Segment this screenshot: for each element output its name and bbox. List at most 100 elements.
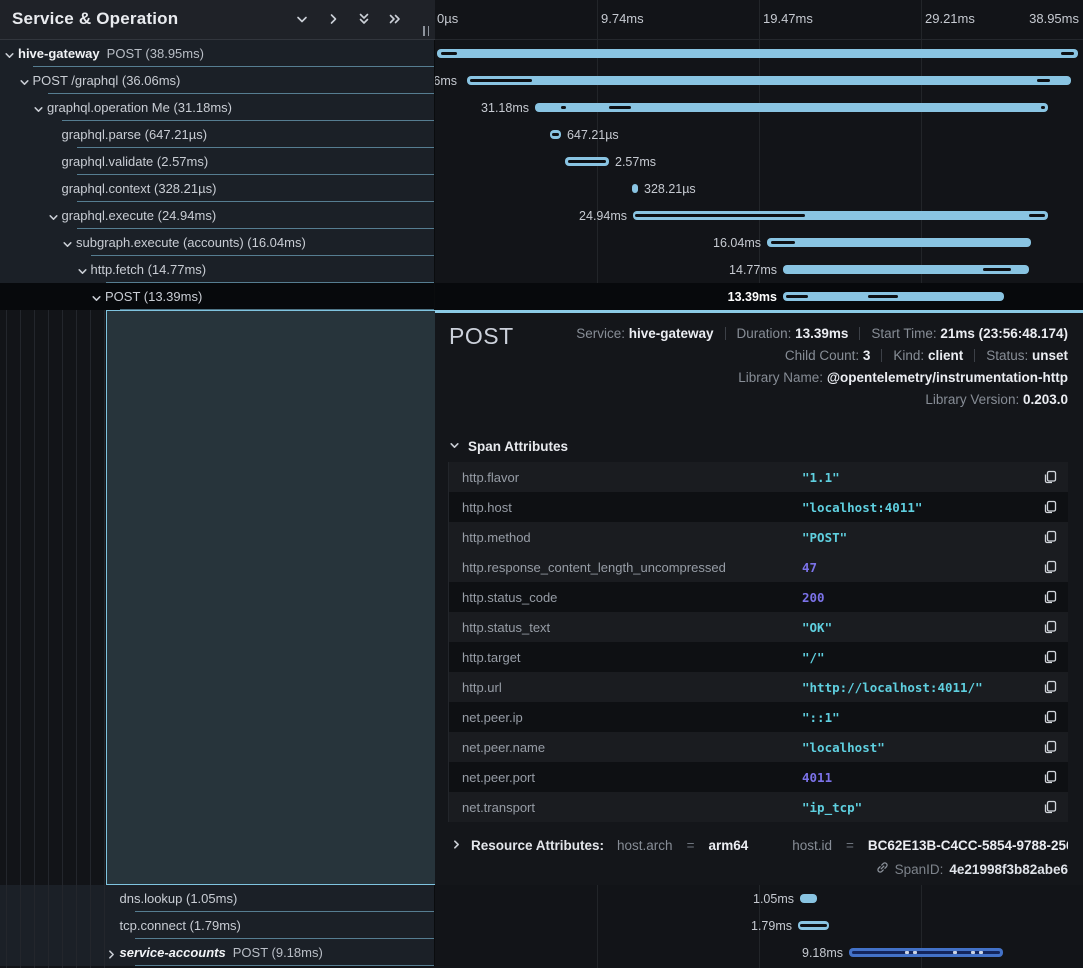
copy-value-button[interactable] bbox=[1042, 499, 1058, 515]
span-name-cell[interactable]: graphql.validate (2.57ms) bbox=[0, 148, 435, 175]
span-row-graphql-parse[interactable]: graphql.parse (647.21µs)647.21µs bbox=[0, 121, 1083, 148]
span-rows-bottom: dns.lookup (1.05ms)1.05mstcp.connect (1.… bbox=[0, 885, 1083, 966]
attribute-value: "localhost:4011" bbox=[802, 500, 1042, 515]
bar-duration-label: 36.06ms bbox=[435, 67, 457, 94]
span-row-post[interactable]: service-accountsPOST (9.18ms)9.18ms bbox=[0, 939, 1083, 966]
span-label: graphql.operation Me (31.18ms) bbox=[47, 94, 232, 121]
attribute-row: net.peer.name"localhost" bbox=[449, 732, 1068, 762]
span-duration-bar[interactable] bbox=[633, 211, 1048, 220]
meta-label: Duration: bbox=[737, 326, 796, 341]
span-row-graphql-operation-me[interactable]: graphql.operation Me (31.18ms)31.18ms bbox=[0, 94, 1083, 121]
bar-duration-label: 328.21µs bbox=[644, 175, 696, 202]
tree-panel-header: Service & Operation bbox=[0, 0, 435, 40]
span-row-graphql-validate[interactable]: graphql.validate (2.57ms)2.57ms bbox=[0, 148, 1083, 175]
span-row-subgraph-execute-accounts-[interactable]: subgraph.execute (accounts) (16.04ms)16.… bbox=[0, 229, 1083, 256]
span-name-cell[interactable]: subgraph.execute (accounts) (16.04ms) bbox=[0, 229, 435, 256]
equals-sign: = bbox=[687, 838, 695, 853]
span-duration-bar[interactable] bbox=[800, 894, 817, 903]
span-name-cell[interactable]: graphql.parse (647.21µs) bbox=[0, 121, 435, 148]
span-attributes-header[interactable]: Span Attributes bbox=[449, 439, 1083, 454]
chevron-down-icon[interactable] bbox=[77, 264, 88, 275]
span-duration-bar[interactable] bbox=[437, 49, 1078, 58]
attribute-value: "http://localhost:4011/" bbox=[802, 680, 1042, 695]
span-bar-cell: 1.05ms bbox=[435, 885, 1083, 912]
span-bar-cell: 24.94ms bbox=[435, 202, 1083, 229]
attribute-key: http.method bbox=[462, 530, 802, 545]
span-attributes-table: http.flavor"1.1"http.host"localhost:4011… bbox=[448, 462, 1068, 822]
meta-value: 3 bbox=[863, 348, 871, 363]
chevron-down-icon[interactable] bbox=[62, 237, 73, 248]
indent-guide-line bbox=[104, 310, 105, 968]
span-name-cell[interactable]: hive-gatewayPOST (38.95ms) bbox=[0, 40, 435, 67]
span-name-cell[interactable]: tcp.connect (1.79ms) bbox=[0, 912, 435, 939]
resource-attribute-value: arm64 bbox=[708, 838, 748, 853]
copy-value-button[interactable] bbox=[1042, 739, 1058, 755]
copy-value-button[interactable] bbox=[1042, 649, 1058, 665]
span-row-http-fetch[interactable]: http.fetch (14.77ms)14.77ms bbox=[0, 256, 1083, 283]
span-duration-bar[interactable] bbox=[550, 130, 561, 139]
span-duration-bar[interactable] bbox=[767, 238, 1031, 247]
ruler-tick: 19.47ms bbox=[763, 11, 813, 26]
span-duration-bar[interactable] bbox=[783, 292, 1004, 301]
copy-value-button[interactable] bbox=[1042, 769, 1058, 785]
span-name-cell[interactable]: graphql.execute (24.94ms) bbox=[0, 202, 435, 229]
span-name-cell[interactable]: graphql.operation Me (31.18ms) bbox=[0, 94, 435, 121]
chevron-down-icon[interactable] bbox=[294, 11, 310, 27]
span-name-cell[interactable]: dns.lookup (1.05ms) bbox=[0, 885, 435, 912]
self-time-tick bbox=[568, 160, 606, 163]
meta-value: 21ms (23:56:48.174) bbox=[940, 326, 1068, 341]
panel-resize-grip[interactable] bbox=[423, 26, 429, 36]
span-row-dns-lookup[interactable]: dns.lookup (1.05ms) 1.05ms bbox=[0, 885, 1083, 912]
span-duration-bar[interactable] bbox=[798, 921, 829, 930]
span-name-cell[interactable]: service-accountsPOST (9.18ms) bbox=[0, 939, 435, 966]
span-row-post-graphql[interactable]: POST /graphql (36.06ms)36.06ms bbox=[0, 67, 1083, 94]
span-detail-spacer bbox=[106, 310, 435, 885]
span-row-post[interactable]: hive-gatewayPOST (38.95ms) bbox=[0, 40, 1083, 67]
attribute-value: "OK" bbox=[802, 620, 1042, 635]
span-name-cell[interactable]: http.fetch (14.77ms) bbox=[0, 256, 435, 283]
span-duration-bar[interactable] bbox=[535, 103, 1048, 112]
chevron-down-icon[interactable] bbox=[19, 75, 30, 86]
copy-value-button[interactable] bbox=[1042, 679, 1058, 695]
chevron-down-icon[interactable] bbox=[91, 291, 102, 302]
copy-value-button[interactable] bbox=[1042, 559, 1058, 575]
span-duration-bar[interactable] bbox=[632, 184, 638, 193]
attribute-value: "POST" bbox=[802, 530, 1042, 545]
chevron-right-icon[interactable] bbox=[325, 11, 341, 27]
chevron-right-icon[interactable] bbox=[106, 947, 117, 958]
bar-dash bbox=[913, 951, 917, 954]
span-duration-bar[interactable] bbox=[467, 76, 1071, 85]
attribute-row: http.status_code200 bbox=[449, 582, 1068, 612]
chevron-down-icon[interactable] bbox=[48, 210, 59, 221]
span-bar-cell: 647.21µs bbox=[435, 121, 1083, 148]
copy-value-button[interactable] bbox=[1042, 469, 1058, 485]
span-name-cell[interactable]: graphql.context (328.21µs) bbox=[0, 175, 435, 202]
chevron-down-icon[interactable] bbox=[33, 102, 44, 113]
link-icon[interactable] bbox=[876, 861, 889, 877]
span-duration-bar[interactable] bbox=[783, 265, 1029, 274]
resource-attributes-row[interactable]: Resource Attributes: host.arch=arm64host… bbox=[451, 838, 1068, 853]
double-chevron-right-icon[interactable] bbox=[387, 11, 403, 27]
chevron-down-icon[interactable] bbox=[4, 48, 15, 59]
copy-value-button[interactable] bbox=[1042, 589, 1058, 605]
span-row-tcp-connect[interactable]: tcp.connect (1.79ms) 1.79ms bbox=[0, 912, 1083, 939]
copy-value-button[interactable] bbox=[1042, 619, 1058, 635]
span-meta-line: Child Count: 3Kind: clientStatus: unset bbox=[555, 345, 1068, 367]
copy-value-button[interactable] bbox=[1042, 529, 1058, 545]
span-label: tcp.connect (1.79ms) bbox=[120, 912, 241, 939]
span-duration-bar[interactable] bbox=[849, 948, 1003, 957]
copy-value-button[interactable] bbox=[1042, 799, 1058, 815]
attribute-value: 47 bbox=[802, 560, 1042, 575]
span-name-cell[interactable]: POST /graphql (36.06ms) bbox=[0, 67, 435, 94]
bar-duration-label: 1.05ms bbox=[753, 885, 794, 912]
span-row-graphql-context[interactable]: graphql.context (328.21µs) 328.21µs bbox=[0, 175, 1083, 202]
span-name-cell[interactable]: POST (13.39ms) bbox=[0, 283, 435, 310]
span-row-post[interactable]: POST (13.39ms)13.39ms bbox=[0, 283, 1083, 310]
attribute-row: http.host"localhost:4011" bbox=[449, 492, 1068, 522]
span-duration-bar[interactable] bbox=[565, 157, 609, 166]
span-bar-cell: 1.79ms bbox=[435, 912, 1083, 939]
span-row-graphql-execute[interactable]: graphql.execute (24.94ms)24.94ms bbox=[0, 202, 1083, 229]
double-chevron-down-icon[interactable] bbox=[356, 11, 372, 27]
indent-guide-line bbox=[90, 310, 91, 968]
copy-value-button[interactable] bbox=[1042, 709, 1058, 725]
